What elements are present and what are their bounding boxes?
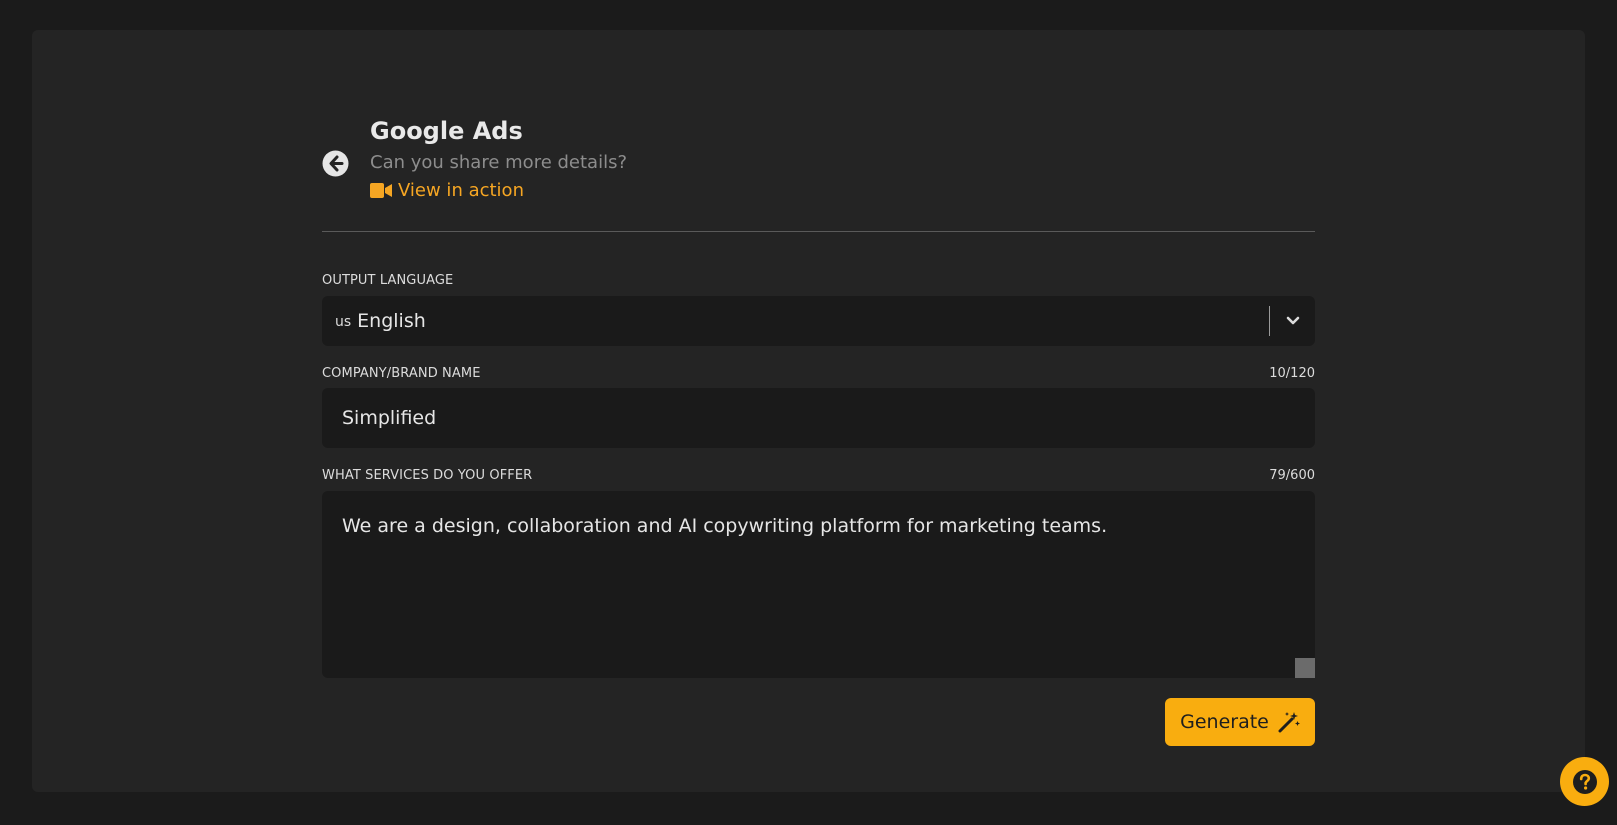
generate-label: Generate: [1180, 711, 1269, 733]
help-button[interactable]: [1560, 757, 1609, 806]
company-name-label: COMPANY/BRAND NAME: [322, 366, 481, 381]
services-label: WHAT SERVICES DO YOU OFFER: [322, 468, 533, 483]
services-text: We are a design, collaboration and AI co…: [342, 515, 1108, 537]
video-camera-icon: [370, 183, 392, 198]
company-name-counter: 10/120: [1269, 366, 1315, 381]
services-textarea[interactable]: We are a design, collaboration and AI co…: [322, 491, 1315, 678]
generate-button[interactable]: Generate: [1165, 698, 1315, 746]
company-name-input[interactable]: Simplified: [322, 388, 1315, 448]
resize-handle[interactable]: [1295, 658, 1315, 678]
select-separator: [1269, 306, 1270, 336]
question-icon: [1572, 769, 1597, 794]
flag-us: us: [335, 314, 352, 330]
chevron-down-icon[interactable]: [1284, 313, 1302, 329]
output-language-value: English: [357, 310, 426, 332]
view-in-action-label: View in action: [398, 180, 524, 201]
page-subtitle: Can you share more details?: [370, 152, 628, 173]
header-divider: [322, 231, 1315, 232]
view-in-action-link[interactable]: View in action: [370, 180, 524, 201]
page-title: Google Ads: [370, 117, 523, 145]
arrow-circle-left-icon[interactable]: [322, 150, 349, 177]
output-language-label: OUTPUT LANGUAGE: [322, 273, 454, 288]
main-panel: Google Ads Can you share more details? V…: [32, 30, 1585, 792]
output-language-select[interactable]: us English: [322, 296, 1315, 346]
magic-wand-icon: [1278, 712, 1300, 733]
services-counter: 79/600: [1269, 468, 1315, 483]
